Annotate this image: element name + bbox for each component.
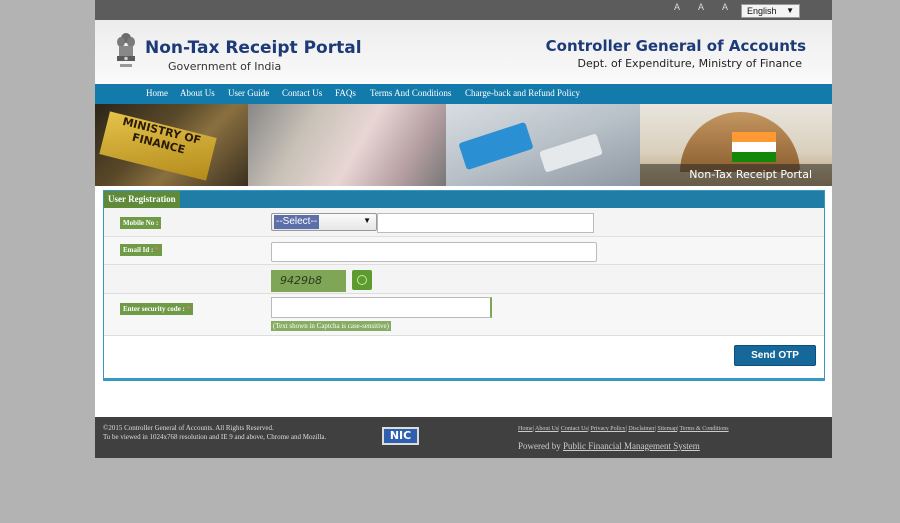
captcha-hint: (Text shown in Captcha is case-sensitive… [271, 321, 391, 331]
keyboard-key-blue [458, 121, 534, 171]
font-size-decrease-button[interactable]: A [722, 2, 728, 12]
banner-keyboard-image [446, 104, 640, 186]
required-marker: * [155, 246, 159, 254]
mobile-row: Mobile No : --Select-- ▼ [104, 208, 824, 237]
font-size-normal-button[interactable]: A [698, 2, 704, 12]
pfms-link[interactable]: Public Financial Management System [563, 441, 700, 451]
footer-link-home[interactable]: Home [518, 426, 533, 432]
powered-by: Powered by Public Financial Management S… [518, 441, 700, 451]
portal-page: A A A English ▼ Non-Tax Receipt Portal G… [95, 0, 832, 458]
nav-item-faqs[interactable]: FAQs [335, 88, 356, 98]
captcha-refresh-button[interactable] [352, 270, 372, 290]
chevron-down-icon: ▼ [786, 6, 794, 15]
registration-panel: User Registration Mobile No : --Select--… [103, 190, 825, 381]
captcha-row: 9429b8 [104, 265, 824, 294]
footer-link-privacy-policy[interactable]: Privacy Policy [590, 426, 625, 432]
security-code-label: Enter security code : * [120, 303, 194, 315]
send-otp-button[interactable]: Send OTP [734, 345, 816, 366]
language-select[interactable]: English ▼ [741, 4, 800, 18]
panel-bottom-bar [104, 378, 824, 381]
country-code-value: --Select-- [274, 215, 320, 229]
language-value: English [747, 6, 777, 16]
email-label: Email Id : * [120, 244, 162, 256]
ministry-sign: MINISTRY OF FINANCE [99, 111, 217, 181]
font-size-increase-button[interactable]: A [674, 2, 680, 12]
nav-item-terms[interactable]: Terms And Conditions [370, 88, 451, 98]
country-code-select[interactable]: --Select-- ▼ [271, 213, 377, 231]
footer-copyright: ©2015 Controller General of Accounts. Al… [103, 424, 327, 441]
hero-banner: MINISTRY OF FINANCE Non-Tax Receipt Port… [95, 104, 832, 186]
keyboard-key-white [539, 133, 603, 173]
panel-title: User Registration [104, 191, 180, 208]
nic-logo: NIC [382, 427, 419, 445]
footer-links: Home| About Us| Contact Us| Privacy Poli… [518, 426, 729, 432]
banner-caption-strip: Non-Tax Receipt Portal [640, 164, 832, 186]
refresh-icon [357, 275, 367, 285]
mobile-label: Mobile No : [120, 217, 162, 229]
portal-subtitle: Government of India [168, 60, 282, 73]
footer-link-about-us[interactable]: About Us [535, 426, 558, 432]
nav-item-home[interactable]: Home [146, 88, 168, 98]
actions-row: Send OTP [104, 336, 824, 376]
national-emblem-icon [117, 33, 135, 67]
captcha-image: 9429b8 [271, 270, 346, 292]
footer-link-sitemap[interactable]: Sitemap [657, 426, 677, 432]
top-strip: A A A English ▼ [95, 0, 832, 20]
banner-ministry-image: MINISTRY OF FINANCE [95, 104, 248, 186]
chevron-down-icon: ▼ [363, 216, 371, 225]
security-code-row: Enter security code : * (Text shown in C… [104, 294, 824, 336]
nav-item-user-guide[interactable]: User Guide [228, 88, 269, 98]
footer-link-contact-us[interactable]: Contact Us [561, 426, 588, 432]
site-header: Non-Tax Receipt Portal Government of Ind… [95, 20, 832, 84]
nav-item-contact-us[interactable]: Contact Us [282, 88, 322, 98]
footer-link-disclaimer[interactable]: Disclaimer [628, 426, 654, 432]
panel-header: User Registration [104, 191, 824, 208]
footer-link-terms[interactable]: Terms & Conditions [680, 426, 729, 432]
india-flag-icon [732, 132, 776, 162]
banner-caption: Non-Tax Receipt Portal [689, 168, 812, 181]
org-title: Controller General of Accounts [545, 37, 806, 55]
main-nav: Home About Us User Guide Contact Us FAQs… [95, 84, 832, 104]
banner-currency-image [248, 104, 446, 186]
portal-title: Non-Tax Receipt Portal [145, 38, 362, 58]
email-row: Email Id : * [104, 237, 824, 265]
required-marker: * [186, 305, 191, 313]
email-input[interactable] [271, 242, 597, 262]
mobile-input[interactable] [377, 213, 594, 233]
nav-item-refund-policy[interactable]: Charge-back and Refund Policy [465, 88, 580, 98]
site-footer: ©2015 Controller General of Accounts. Al… [95, 417, 832, 458]
org-subtitle: Dept. of Expenditure, Ministry of Financ… [577, 57, 802, 70]
security-code-input[interactable] [271, 297, 492, 318]
nav-item-about-us[interactable]: About Us [180, 88, 215, 98]
